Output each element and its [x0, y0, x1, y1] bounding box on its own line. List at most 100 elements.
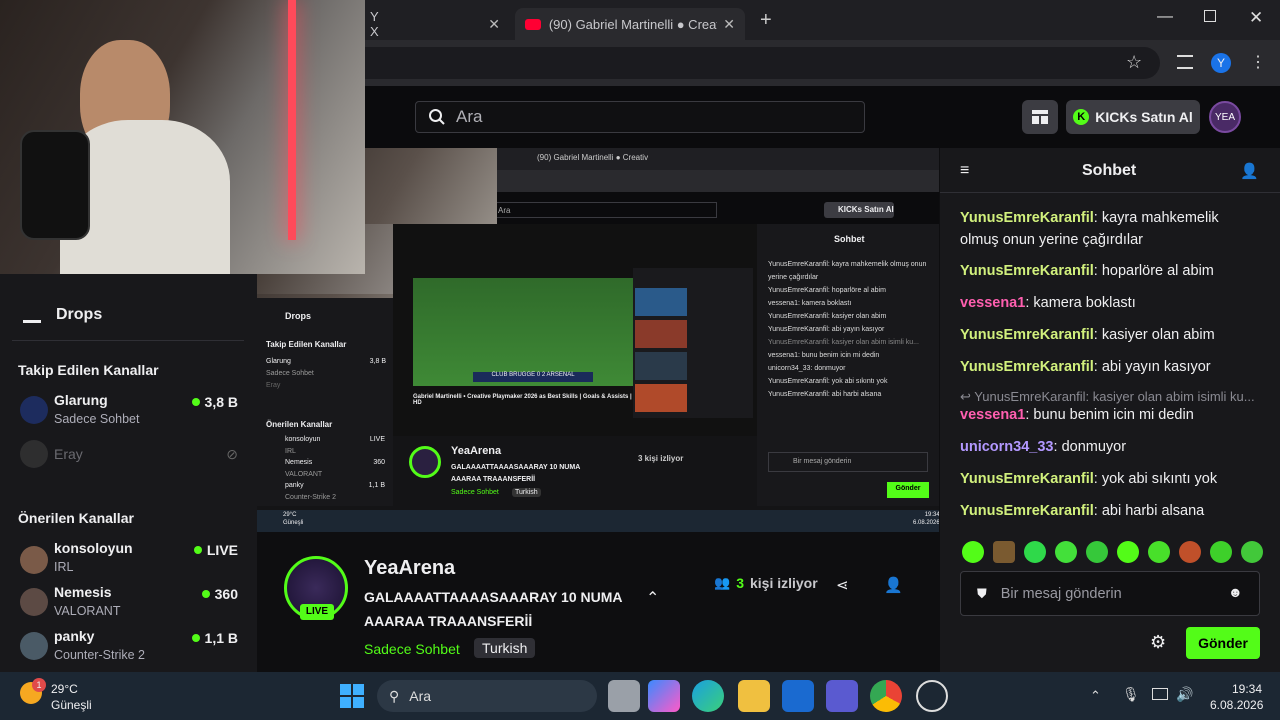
emote-icon[interactable] [1117, 541, 1139, 563]
nested-viewers: 3 kişi izliyor [638, 454, 684, 463]
emoji-icon[interactable]: ☻ [1228, 584, 1243, 600]
microphone-icon[interactable]: 🎙 [1122, 686, 1140, 703]
divider [12, 340, 244, 341]
followed-channel-glarung[interactable]: Glarung Sadece Sohbet 3,8 B [18, 392, 248, 428]
viewer-count: LIVE [193, 542, 238, 558]
browser-tab-active[interactable]: (90) Gabriel Martinelli ● Creativ ✕ [515, 8, 745, 40]
nested-followed-title: Takip Edilen Kanallar [266, 340, 347, 349]
stream-title-line1: GALAAAATTAAAASAAARAY 10 NUMA [364, 589, 623, 605]
chat-username[interactable]: YunusEmreKaranfil [960, 359, 1094, 375]
reading-list-icon[interactable] [1177, 55, 1193, 69]
chevron-up-icon[interactable]: ⌃ [646, 588, 659, 608]
avatar [20, 440, 48, 468]
teams-icon[interactable] [826, 680, 858, 712]
file-explorer-icon[interactable] [738, 680, 770, 712]
nested-category: Sadece Sohbet [451, 489, 499, 496]
emote-icon[interactable] [962, 541, 984, 563]
task-view-icon[interactable] [608, 680, 640, 712]
restore-button[interactable] [1204, 10, 1216, 22]
emote-icon[interactable] [1179, 541, 1201, 563]
live-dot [191, 634, 200, 642]
search-input[interactable]: Ara [415, 101, 865, 133]
emote-icon[interactable] [993, 541, 1015, 563]
emote-icon[interactable] [1148, 541, 1170, 563]
taskbar-search[interactable]: ⚲ Ara [377, 680, 597, 712]
edge-icon[interactable] [692, 680, 724, 712]
monitor-icon[interactable] [1152, 688, 1168, 700]
chat-text: abi yayın kasıyor [1101, 359, 1211, 375]
followed-channel-eray[interactable]: Eray ⊘ [18, 440, 248, 470]
channel-name[interactable]: YeaArena [364, 557, 455, 580]
chat-username[interactable]: unicorn34_33 [960, 439, 1054, 455]
nested-followed-list: Glarung 3,8 B Sadece Sohbet Eray [266, 358, 386, 389]
eye-off-icon: ⊘ [226, 446, 238, 462]
window-close-button[interactable]: ✕ [1249, 8, 1263, 28]
taskbar-search-label: Ara [409, 688, 432, 704]
user-avatar[interactable]: YEA [1209, 101, 1241, 133]
chat-username[interactable]: vessena1 [960, 295, 1025, 311]
close-icon[interactable]: ✕ [488, 16, 500, 33]
nested-tab: (90) Gabriel Martinelli ● Creativ [537, 153, 649, 162]
chat-username[interactable]: YunusEmreKaranfil [960, 471, 1094, 487]
settings-gear-icon[interactable]: ⚙ [1150, 632, 1166, 653]
weather-widget[interactable]: 29°C Güneşli [51, 681, 92, 713]
clock[interactable]: 19:34 6.08.2026 [1210, 681, 1264, 713]
library-button[interactable] [1022, 100, 1058, 134]
chat-message: YunusEmreKaranfil: yok abi sıkıntı yok [960, 471, 1218, 487]
live-dot [193, 546, 202, 554]
address-bar[interactable] [250, 47, 1160, 79]
nested-stream-title: GALAAAATTAAAASAAARAY 10 NUMA AAARAA TRAA… [451, 464, 580, 483]
viewer-count-label: kişi izliyor [749, 575, 818, 591]
chat-username[interactable]: YunusEmreKaranfil [960, 263, 1094, 279]
recording-app-icon[interactable] [916, 680, 948, 712]
close-icon[interactable]: ✕ [723, 16, 735, 33]
bookmark-star-icon[interactable]: ☆ [1126, 52, 1142, 73]
emote-icon[interactable] [1241, 541, 1263, 563]
copilot-icon[interactable] [648, 680, 680, 712]
viewer-count-value: 3,8 B [204, 394, 238, 410]
profile-avatar[interactable]: Y [1211, 53, 1231, 73]
outlook-icon[interactable] [782, 680, 814, 712]
category-link[interactable]: Sadece Sohbet [364, 641, 460, 657]
collapse-chat-icon[interactable]: ≡ [960, 162, 969, 180]
emote-icon[interactable] [1024, 541, 1046, 563]
minimize-button[interactable]: — [1157, 8, 1173, 26]
chat-message: vessena1: bunu benim icin mi dedin [960, 407, 1194, 423]
recommended-channel-nemesis[interactable]: Nemesis VALORANT 360 [18, 584, 248, 620]
chat-username[interactable]: YunusEmreKaranfil [960, 210, 1094, 226]
youtube-icon [525, 18, 541, 30]
drops-link[interactable]: Drops [56, 306, 102, 324]
recommended-title: Önerilen Kanallar [18, 510, 134, 526]
chat-username[interactable]: YunusEmreKaranfil [960, 503, 1094, 519]
recommended-channel-panky[interactable]: panky Counter-Strike 2 1,1 B [18, 628, 248, 664]
chat-users-icon[interactable]: 👤 [1240, 162, 1259, 180]
nested-chat-lines: YunusEmreKaranfil: kayra mahkemelik olmu… [768, 261, 927, 398]
chevron-up-icon[interactable]: ⌃ [1090, 688, 1101, 704]
chat-input[interactable]: ⛊ Bir mesaj gönderin [960, 571, 1260, 616]
avatar [20, 588, 48, 616]
viewer-counter: 👥 3 kişi izliyor [714, 575, 818, 591]
led-light [288, 0, 296, 240]
chrome-icon[interactable] [870, 680, 902, 712]
recommended-channel-konsoloyun[interactable]: konsoloyun IRL LIVE [18, 540, 248, 576]
browser-menu-icon[interactable]: ⋮ [1250, 52, 1266, 72]
emote-icon[interactable] [1055, 541, 1077, 563]
emote-icon[interactable] [1086, 541, 1108, 563]
windows-start-icon[interactable] [340, 684, 364, 708]
nested-tag: Turkish [512, 488, 541, 497]
chat-username[interactable]: vessena1 [960, 407, 1025, 423]
language-tag[interactable]: Turkish [474, 638, 536, 658]
clock-time: 19:34 [1231, 682, 1262, 696]
emote-icon[interactable] [1210, 541, 1232, 563]
follow-user-icon[interactable]: 👤 [884, 576, 903, 594]
send-button[interactable]: Gönder [1186, 627, 1260, 659]
clock-date: 6.08.2026 [1210, 698, 1264, 712]
speaker-icon[interactable]: 🔊 [1176, 686, 1193, 703]
new-tab-button[interactable]: + [760, 9, 772, 32]
kicks-buy-button[interactable]: K KICKs Satın Al [1066, 100, 1200, 134]
browser-tab-partial[interactable]: Y X ✕ [360, 8, 510, 40]
chat-username[interactable]: YunusEmreKaranfil [960, 327, 1094, 343]
divider [940, 192, 1280, 193]
football-pitch [413, 278, 633, 386]
share-icon[interactable]: ⋖ [836, 576, 849, 594]
